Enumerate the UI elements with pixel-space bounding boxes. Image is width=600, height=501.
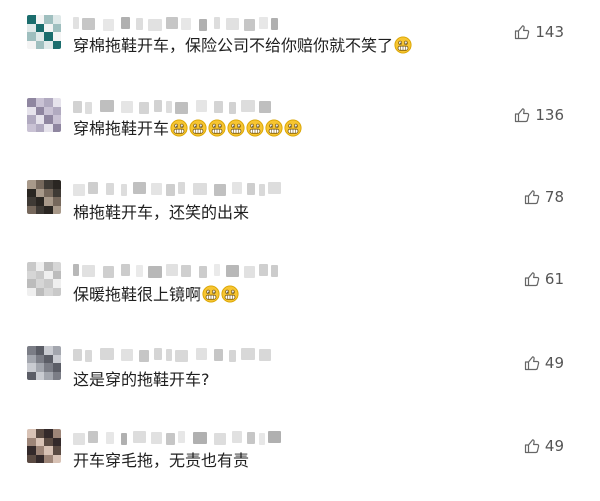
comment-item: 这是穿的拖鞋开车? 49: [0, 336, 600, 418]
avatar[interactable]: [27, 262, 61, 296]
comment-item: 穿棉拖鞋开车，保险公司不给你赔你就不笑了 143: [0, 5, 600, 87]
comment-item: 棉拖鞋开车，还笑的出来 78: [0, 170, 600, 252]
thumbs-up-icon: [524, 438, 545, 454]
avatar[interactable]: [27, 98, 61, 132]
avatar[interactable]: [27, 180, 61, 214]
comment-text: 棉拖鞋开车，还笑的出来: [73, 202, 249, 224]
comment-text-content: 穿棉拖鞋开车，保险公司不给你赔你就不笑了: [73, 36, 394, 55]
like-button[interactable]: 49: [524, 437, 564, 455]
grinning-face-emoji: [220, 285, 239, 304]
comment-item: 开车穿毛拖，无责也有责 49: [0, 419, 600, 501]
comment-text: 这是穿的拖鞋开车?: [73, 369, 210, 391]
grinning-face-emoji: [201, 285, 220, 304]
username-blurred[interactable]: [73, 348, 283, 362]
like-button[interactable]: 143: [514, 23, 564, 41]
grinning-face-emoji: [283, 119, 302, 138]
avatar[interactable]: [27, 15, 61, 49]
grinning-face-emoji: [188, 119, 207, 138]
username-blurred[interactable]: [73, 431, 283, 445]
grinning-face-emoji: [393, 36, 412, 55]
comment-item: 保暖拖鞋很上镜啊 61: [0, 252, 600, 334]
comment-text-content: 开车穿毛拖，无责也有责: [73, 451, 250, 470]
comment-text: 保暖拖鞋很上镜啊: [73, 284, 239, 306]
thumbs-up-icon: [524, 271, 545, 287]
thumbs-up-icon: [524, 355, 545, 371]
like-button[interactable]: 49: [524, 354, 564, 372]
thumbs-up-icon: [524, 189, 545, 205]
thumbs-up-icon: [514, 107, 535, 123]
like-count: 143: [535, 23, 564, 41]
grinning-face-emoji: [169, 119, 188, 138]
like-count: 78: [544, 188, 564, 206]
thumbs-up-icon: [514, 24, 535, 40]
like-button[interactable]: 136: [514, 106, 564, 124]
grinning-face-emoji: [245, 119, 264, 138]
like-count: 49: [544, 437, 564, 455]
comment-list: 穿棉拖鞋开车，保险公司不给你赔你就不笑了 143 穿棉拖鞋开车 136 棉拖鞋开车，还笑…: [0, 0, 600, 482]
comment-text-content: 这是穿的拖鞋开车?: [73, 370, 210, 389]
username-blurred[interactable]: [73, 17, 283, 31]
username-blurred[interactable]: [73, 182, 283, 196]
like-button[interactable]: 61: [524, 270, 564, 288]
comment-item: 穿棉拖鞋开车 136: [0, 88, 600, 170]
comment-text-content: 棉拖鞋开车，还笑的出来: [73, 203, 250, 222]
avatar[interactable]: [27, 429, 61, 463]
grinning-face-emoji: [207, 119, 226, 138]
like-count: 49: [544, 354, 564, 372]
like-count: 136: [535, 106, 564, 124]
comment-text-content: 穿棉拖鞋开车: [73, 119, 170, 138]
username-blurred[interactable]: [73, 100, 283, 114]
username-blurred[interactable]: [73, 264, 283, 278]
comment-text: 穿棉拖鞋开车: [73, 118, 302, 140]
like-count: 61: [544, 270, 564, 288]
like-button[interactable]: 78: [524, 188, 564, 206]
comment-text: 穿棉拖鞋开车，保险公司不给你赔你就不笑了: [73, 35, 412, 57]
comment-text: 开车穿毛拖，无责也有责: [73, 450, 249, 472]
grinning-face-emoji: [226, 119, 245, 138]
grinning-face-emoji: [264, 119, 283, 138]
comment-text-content: 保暖拖鞋很上镜啊: [73, 285, 202, 304]
avatar[interactable]: [27, 346, 61, 380]
